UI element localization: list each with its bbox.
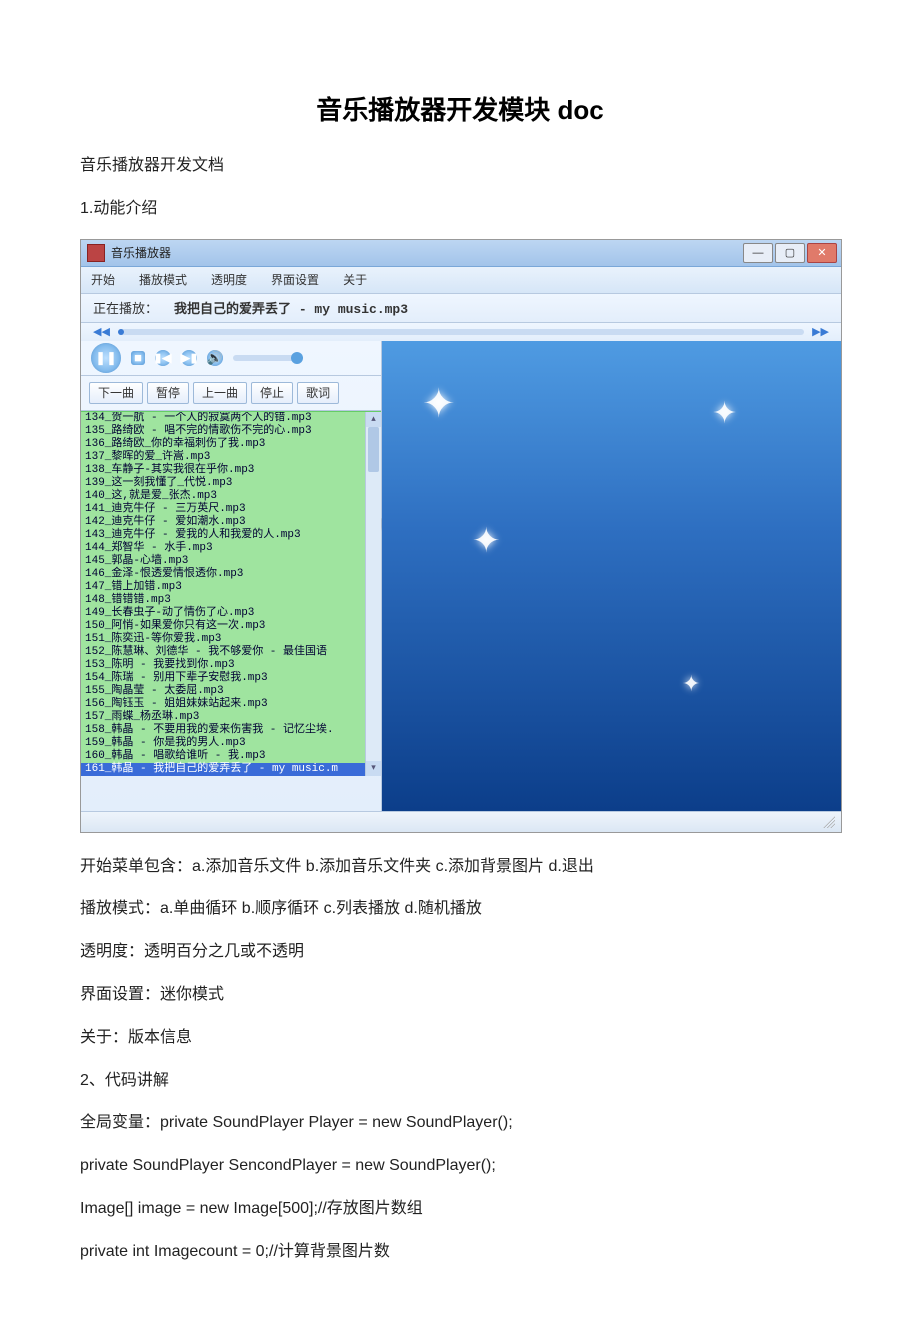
code-line: 全局变量：private SoundPlayer Player = new So… (80, 1109, 840, 1138)
next-track-icon[interactable]: ▶▮ (181, 350, 197, 366)
resize-grip[interactable] (823, 816, 835, 828)
playlist-item[interactable]: 141_迪克牛仔 - 三万英尺.mp3 (81, 503, 381, 516)
playlist-item[interactable]: 151_陈奕迅-等你爱我.mp3 (81, 633, 381, 646)
paragraph: 开始菜单包含：a.添加音乐文件 b.添加音乐文件夹 c.添加背景图片 d.退出 (80, 853, 840, 882)
playlist-item[interactable]: 161_韩晶 - 我把自己的爱弄丢了 - my music.m (81, 763, 381, 776)
code-line: Image[] image = new Image[500];//存放图片数组 (80, 1195, 840, 1224)
code-line: private SoundPlayer SencondPlayer = new … (80, 1152, 840, 1181)
progress-bar[interactable] (118, 329, 804, 335)
pause-icon[interactable]: ❚❚ (91, 343, 121, 373)
playlist-item[interactable]: 145_郭晶-心墙.mp3 (81, 555, 381, 568)
button-row: 下一曲 暂停 上一曲 停止 歌词 (81, 376, 381, 411)
paragraph: 透明度：透明百分之几或不透明 (80, 938, 840, 967)
playlist-scrollbar[interactable]: ▴ ▾ (365, 412, 381, 776)
now-playing-track: 我把自己的爱弄丢了 - my music.mp3 (174, 298, 408, 317)
forward-icon[interactable]: ▶▶ (812, 325, 829, 338)
app-icon (87, 244, 105, 262)
prev-track-icon[interactable]: ▮◀ (155, 350, 171, 366)
playlist-item[interactable]: 157_雨蝶_杨丞琳.mp3 (81, 711, 381, 724)
close-button[interactable]: ✕ (807, 243, 837, 263)
playlist-item[interactable]: 138_车静子-其实我很在乎你.mp3 (81, 464, 381, 477)
paragraph: 界面设置：迷你模式 (80, 981, 840, 1010)
paragraph: 播放模式：a.单曲循环 b.顺序循环 c.列表播放 d.随机播放 (80, 895, 840, 924)
menu-ui[interactable]: 界面设置 (271, 271, 319, 288)
menu-about[interactable]: 关于 (343, 271, 367, 288)
playlist-item[interactable]: 143_迪克牛仔 - 爱我的人和我爱的人.mp3 (81, 529, 381, 542)
now-playing-label: 正在播放： (93, 298, 158, 317)
controls-row: ❚❚ ■ ▮◀ ▶▮ 🔊 (81, 341, 381, 376)
status-bar (81, 811, 841, 832)
sparkle-icon: ✦ (712, 396, 737, 431)
pause-button[interactable]: 暂停 (147, 382, 189, 404)
rewind-icon[interactable]: ◀◀ (93, 325, 110, 338)
playlist-item[interactable]: 140_这,就是爱_张杰.mp3 (81, 490, 381, 503)
playlist-item[interactable]: 146_金泽-恨透爱情恨透你.mp3 (81, 568, 381, 581)
now-playing-row: 正在播放： 我把自己的爱弄丢了 - my music.mp3 (81, 294, 841, 323)
playlist-item[interactable]: 136_路绮欧_你的幸福刺伤了我.mp3 (81, 438, 381, 451)
window-titlebar: 音乐播放器 — ▢ ✕ (81, 240, 841, 267)
maximize-button[interactable]: ▢ (775, 243, 805, 263)
minimize-button[interactable]: — (743, 243, 773, 263)
sparkle-icon: ✦ (422, 381, 456, 427)
playlist-item[interactable]: 137_黎晖的爱_许嵩.mp3 (81, 451, 381, 464)
stop-button[interactable]: 停止 (251, 382, 293, 404)
app-screenshot: www.bdocx.com 音乐播放器 — ▢ ✕ 开始 播放模式 透明度 界面… (80, 239, 842, 833)
playlist-item[interactable]: 156_陶钰玉 - 姐姐妹妹站起来.mp3 (81, 698, 381, 711)
code-line: private int Imagecount = 0;//计算背景图片数 (80, 1238, 840, 1267)
playlist-item[interactable]: 152_陈慧琳、刘德华 - 我不够爱你 - 最佳国语 (81, 646, 381, 659)
playlist-item[interactable]: 160_韩晶 - 唱歌给谁听 - 我.mp3 (81, 750, 381, 763)
playlist-item[interactable]: 147_错上加错.mp3 (81, 581, 381, 594)
scroll-down-icon[interactable]: ▾ (366, 761, 381, 776)
playlist-item[interactable]: 142_迪克牛仔 - 爱如潮水.mp3 (81, 516, 381, 529)
next-song-button[interactable]: 下一曲 (89, 382, 143, 404)
prev-song-button[interactable]: 上一曲 (193, 382, 247, 404)
playlist-item[interactable]: 150_阿悄-如果爱你只有这一次.mp3 (81, 620, 381, 633)
page-title: 音乐播放器开发模块 doc (80, 90, 840, 127)
sparkle-icon: ✦ (472, 521, 501, 561)
progress-row: ◀◀ ▶▶ (81, 323, 841, 341)
window-title: 音乐播放器 (111, 244, 171, 261)
playlist-item[interactable]: 153_陈明 - 我要找到你.mp3 (81, 659, 381, 672)
playlist-item[interactable]: 135_路绮欧 - 唱不完的情歌伤不完的心.mp3 (81, 425, 381, 438)
scroll-thumb[interactable] (368, 427, 379, 472)
background-image-panel: ✦ ✦ ✦ ✦ (382, 341, 841, 811)
menu-playmode[interactable]: 播放模式 (139, 271, 187, 288)
stop-icon[interactable]: ■ (131, 351, 145, 365)
menu-opacity[interactable]: 透明度 (211, 271, 247, 288)
volume-icon[interactable]: 🔊 (207, 350, 223, 366)
doc-subtitle: 音乐播放器开发文档 (80, 152, 840, 181)
playlist[interactable]: 134_贺一航 - 一个人的寂寞两个人的错.mp3135_路绮欧 - 唱不完的情… (81, 411, 381, 776)
playlist-item[interactable]: 154_陈瑞 - 别用下辈子安慰我.mp3 (81, 672, 381, 685)
menu-start[interactable]: 开始 (91, 271, 115, 288)
playlist-item[interactable]: 148_错错错.mp3 (81, 594, 381, 607)
playlist-item[interactable]: 159_韩晶 - 你是我的男人.mp3 (81, 737, 381, 750)
section-1-heading: 1.动能介绍 (80, 195, 840, 224)
paragraph: 关于：版本信息 (80, 1024, 840, 1053)
volume-slider[interactable] (233, 355, 303, 361)
playlist-item[interactable]: 144_郑智华 - 水手.mp3 (81, 542, 381, 555)
lyrics-button[interactable]: 歌词 (297, 382, 339, 404)
scroll-up-icon[interactable]: ▴ (366, 412, 381, 427)
playlist-item[interactable]: 149_长春虫子-动了情伤了心.mp3 (81, 607, 381, 620)
playlist-item[interactable]: 134_贺一航 - 一个人的寂寞两个人的错.mp3 (81, 412, 381, 425)
section-2-heading: 2、代码讲解 (80, 1067, 840, 1096)
playlist-item[interactable]: 139_这一刻我懂了_代悦.mp3 (81, 477, 381, 490)
playlist-item[interactable]: 155_陶晶莹 - 太委屈.mp3 (81, 685, 381, 698)
sparkle-icon: ✦ (682, 671, 700, 697)
playlist-item[interactable]: 158_韩晶 - 不要用我的爱来伤害我 - 记忆尘埃. (81, 724, 381, 737)
menubar: 开始 播放模式 透明度 界面设置 关于 (81, 267, 841, 294)
